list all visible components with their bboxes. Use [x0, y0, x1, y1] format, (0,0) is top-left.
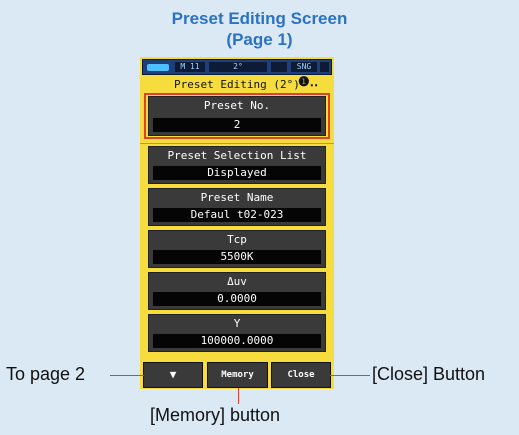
close-leader [330, 375, 370, 376]
preset-selection-list-field[interactable]: Preset Selection List Displayed [148, 146, 326, 184]
preset-no-highlight [144, 93, 330, 139]
close-button[interactable]: Close [271, 362, 331, 388]
page-subtitle: (Page 1) [226, 30, 293, 49]
y-value: 100000.0000 [153, 334, 321, 348]
to-page2-leader [110, 375, 144, 376]
to-page2-annotation: To page 2 [6, 364, 86, 384]
tcp-value: 5500K [153, 250, 321, 264]
info-icon[interactable]: ❶‥ [298, 75, 318, 91]
device-screen: M 11 2° SNG Preset Editing (2°) ❶‥ Prese… [140, 57, 334, 389]
duv-field[interactable]: Δuv 0.0000 [148, 272, 326, 310]
status-blank [271, 62, 287, 72]
screen-header-title: Preset Editing (2°) [174, 78, 300, 91]
next-page-button[interactable]: ▼ [143, 362, 203, 388]
preset-name-field[interactable]: Preset Name Defaul t02-023 [148, 188, 326, 226]
screen-header: Preset Editing (2°) ❶‥ [140, 75, 334, 93]
preset-selection-list-label: Preset Selection List [167, 149, 307, 162]
memory-leader [238, 388, 239, 404]
y-label: Y [233, 317, 241, 330]
duv-value: 0.0000 [153, 292, 321, 306]
duv-label: Δuv [227, 275, 247, 288]
preset-name-label: Preset Name [200, 191, 274, 204]
close-button-annotation: [Close] Button [372, 364, 486, 384]
y-field[interactable]: Y 100000.0000 [148, 314, 326, 352]
memory-button-annotation: [Memory] button [150, 405, 281, 425]
field-angle: 2° [209, 62, 267, 72]
preset-selection-list-value: Displayed [153, 166, 321, 180]
tcp-field[interactable]: Tcp 5500K [148, 230, 326, 268]
preset-name-value: Defaul t02-023 [153, 208, 321, 222]
triangle-down-icon: ▼ [169, 368, 177, 381]
single-mode: SNG [291, 62, 317, 72]
status-bar: M 11 2° SNG [142, 59, 332, 75]
battery-icon [147, 64, 169, 71]
divider [140, 143, 334, 144]
memory-button[interactable]: Memory [207, 362, 268, 388]
page-title: Preset Editing Screen [171, 9, 348, 28]
memory-card-icon [320, 62, 329, 72]
measurement-mode: M 11 [175, 62, 205, 72]
tcp-label: Tcp [227, 233, 247, 246]
